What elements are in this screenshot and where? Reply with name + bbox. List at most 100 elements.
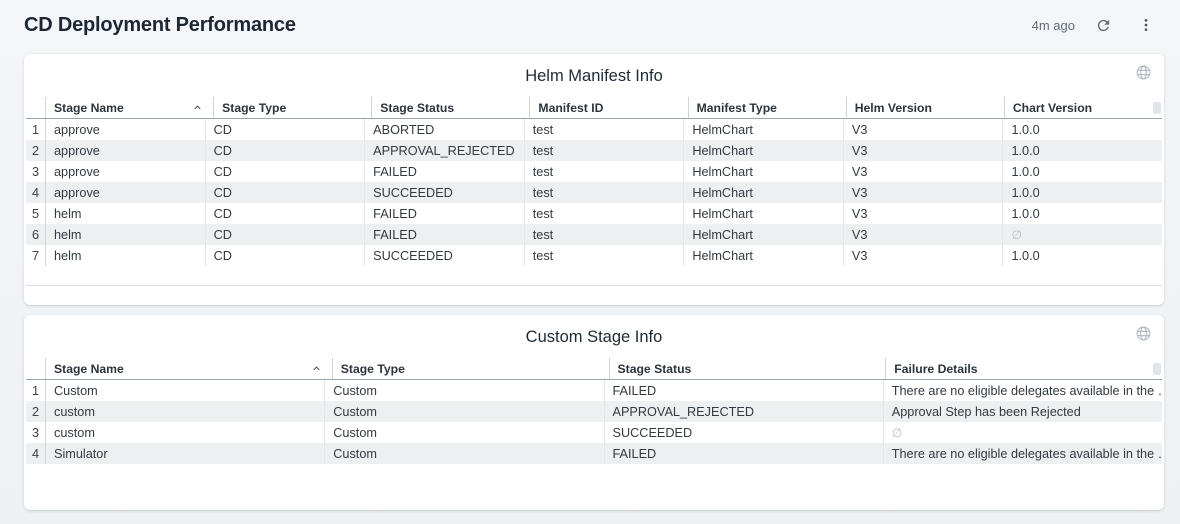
row-number: 3 bbox=[26, 161, 45, 182]
table-cell: approve bbox=[45, 140, 205, 161]
table-cell: Custom bbox=[45, 380, 324, 401]
table-cell: Custom bbox=[324, 422, 603, 443]
row-number: 1 bbox=[26, 380, 45, 401]
table-cell: Approval Step has been Rejected bbox=[883, 401, 1162, 422]
table-row: 3approveCDFAILEDtestHelmChartV31.0.0 bbox=[26, 161, 1162, 182]
globe-icon bbox=[1135, 325, 1152, 342]
table-cell: V3 bbox=[843, 161, 1003, 182]
refresh-button[interactable] bbox=[1093, 15, 1114, 36]
table-cell: FAILED bbox=[604, 380, 883, 401]
table-cell: HelmChart bbox=[683, 203, 843, 224]
globe-icon[interactable] bbox=[1135, 64, 1152, 81]
globe-icon bbox=[1135, 64, 1152, 81]
last-refreshed-label: 4m ago bbox=[1032, 18, 1077, 33]
table-row: 2customCustomAPPROVAL_REJECTEDApproval S… bbox=[26, 401, 1162, 422]
table-cell: approve bbox=[45, 161, 205, 182]
table-cell: CD bbox=[205, 119, 365, 140]
column-header-stage-status[interactable]: Stage Status bbox=[371, 97, 529, 118]
table-cell: approve bbox=[45, 119, 205, 140]
table-cell: CD bbox=[205, 140, 365, 161]
table-row: 4SimulatorCustomFAILEDThere are no eligi… bbox=[26, 443, 1162, 464]
table-cell: 1.0.0 bbox=[1002, 161, 1162, 182]
row-number: 2 bbox=[26, 140, 45, 161]
table-cell: CD bbox=[205, 161, 365, 182]
table-cell: Custom bbox=[324, 443, 603, 464]
row-number: 6 bbox=[26, 224, 45, 245]
table-cell: Custom bbox=[324, 401, 603, 422]
table-cell: HelmChart bbox=[683, 140, 843, 161]
table-cell: CD bbox=[205, 182, 365, 203]
dashboard-menu-button[interactable] bbox=[1136, 15, 1156, 35]
table-cell: FAILED bbox=[364, 203, 524, 224]
custom-stage-info-panel: Custom Stage Info Stage NameStage TypeSt… bbox=[24, 315, 1164, 510]
column-header-label: Manifest Type bbox=[697, 101, 777, 115]
column-header-manifest-id[interactable]: Manifest ID bbox=[529, 97, 687, 118]
table-cell: V3 bbox=[843, 203, 1003, 224]
table-row: 4approveCDSUCCEEDEDtestHelmChartV31.0.0 bbox=[26, 182, 1162, 203]
row-number: 5 bbox=[26, 203, 45, 224]
table-cell: There are no eligible delegates availabl… bbox=[883, 443, 1162, 464]
column-header-label: Stage Status bbox=[380, 101, 454, 115]
table-header-row: Stage NameStage Type Stage Status Failure … bbox=[26, 358, 1162, 380]
dashboard-header: CD Deployment Performance 4m ago bbox=[0, 0, 1180, 46]
table-cell: FAILED bbox=[604, 443, 883, 464]
table-row: 7helmCDSUCCEEDEDtestHelmChartV31.0.0 bbox=[26, 245, 1162, 266]
table-cell: FAILED bbox=[364, 161, 524, 182]
table-cell: V3 bbox=[843, 224, 1003, 245]
table-cell: test bbox=[524, 245, 684, 266]
table-body: 1CustomCustomFAILEDThere are no eligible… bbox=[26, 380, 1162, 494]
column-header-chart-version[interactable]: Chart Version bbox=[1004, 97, 1162, 118]
table-cell: V3 bbox=[843, 140, 1003, 161]
column-header-label: Helm Version bbox=[855, 101, 932, 115]
row-number: 4 bbox=[26, 182, 45, 203]
row-number: 3 bbox=[26, 422, 45, 443]
table-cell: 1.0.0 bbox=[1002, 203, 1162, 224]
column-header-stage-status[interactable]: Stage Status bbox=[609, 358, 886, 379]
column-header-manifest-type[interactable]: Manifest Type bbox=[688, 97, 846, 118]
table-cell: HelmChart bbox=[683, 245, 843, 266]
column-header-helm-version[interactable]: Helm Version bbox=[846, 97, 1004, 118]
table-cell: custom bbox=[45, 422, 324, 443]
helm-manifest-table: Stage NameStage Type Stage Status Manifest… bbox=[26, 97, 1162, 286]
vertical-scrollbar-thumb[interactable] bbox=[1153, 363, 1161, 375]
table-cell: test bbox=[524, 182, 684, 203]
column-header-label: Manifest ID bbox=[538, 101, 603, 115]
table-cell: ∅ bbox=[1002, 224, 1162, 245]
table-cell: APPROVAL_REJECTED bbox=[364, 140, 524, 161]
table-cell: approve bbox=[45, 182, 205, 203]
row-number-header bbox=[26, 97, 45, 118]
table-cell: SUCCEEDED bbox=[364, 245, 524, 266]
dashboard-page: CD Deployment Performance 4m ago Helm Ma… bbox=[0, 0, 1180, 510]
column-header-stage-type[interactable]: Stage Type bbox=[332, 358, 609, 379]
row-number: 4 bbox=[26, 443, 45, 464]
table-cell: SUCCEEDED bbox=[364, 182, 524, 203]
table-cell: HelmChart bbox=[683, 182, 843, 203]
column-header-stage-type[interactable]: Stage Type bbox=[213, 97, 371, 118]
panel-title: Helm Manifest Info bbox=[24, 54, 1164, 86]
table-cell: FAILED bbox=[364, 224, 524, 245]
column-header-stage-name[interactable]: Stage Name bbox=[45, 97, 213, 118]
table-row: 2approveCDAPPROVAL_REJECTEDtestHelmChart… bbox=[26, 140, 1162, 161]
custom-stage-table: Stage NameStage Type Stage Status Failure … bbox=[26, 358, 1162, 494]
column-header-label: Chart Version bbox=[1013, 101, 1092, 115]
table-row: 5helmCDFAILEDtestHelmChartV31.0.0 bbox=[26, 203, 1162, 224]
column-header-failure-details[interactable]: Failure Details bbox=[885, 358, 1162, 379]
table-row: 6helmCDFAILEDtestHelmChartV3∅ bbox=[26, 224, 1162, 245]
column-header-label: Stage Status bbox=[618, 362, 692, 376]
table-cell: V3 bbox=[843, 245, 1003, 266]
table-cell: helm bbox=[45, 245, 205, 266]
table-cell: test bbox=[524, 224, 684, 245]
column-header-label: Failure Details bbox=[894, 362, 977, 376]
table-cell: 1.0.0 bbox=[1002, 182, 1162, 203]
table-cell: APPROVAL_REJECTED bbox=[604, 401, 883, 422]
table-cell: ∅ bbox=[883, 422, 1162, 443]
table-cell: HelmChart bbox=[683, 119, 843, 140]
kebab-menu-icon bbox=[1138, 17, 1154, 33]
table-cell: HelmChart bbox=[683, 161, 843, 182]
table-cell: V3 bbox=[843, 119, 1003, 140]
table-cell: CD bbox=[205, 203, 365, 224]
table-cell: custom bbox=[45, 401, 324, 422]
globe-icon[interactable] bbox=[1135, 325, 1152, 342]
vertical-scrollbar-thumb[interactable] bbox=[1153, 102, 1161, 114]
column-header-stage-name[interactable]: Stage Name bbox=[45, 358, 332, 379]
